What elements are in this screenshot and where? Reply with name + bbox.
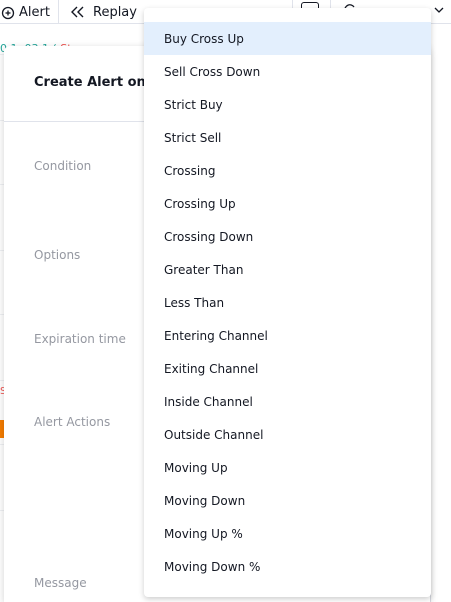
alert-button[interactable]: Alert [0,0,50,24]
condition-label: Condition [34,159,92,173]
expiration-time-label: Expiration time [34,332,126,346]
dropdown-option[interactable]: Moving Down % [144,550,431,583]
alarm-clock-plus-icon [1,6,15,20]
dropdown-option[interactable]: Moving Up % [144,517,431,550]
dropdown-option[interactable]: Exiting Channel [144,352,431,385]
dropdown-option[interactable]: Sell Cross Down [144,55,431,88]
dropdown-option[interactable]: Strict Buy [144,88,431,121]
dropdown-option[interactable]: Moving Up [144,451,431,484]
message-label: Message [34,576,87,590]
options-label: Options [34,248,81,262]
chart-right-edge [430,24,451,602]
dropdown-option[interactable]: Less Than [144,286,431,319]
condition-dropdown-menu: Buy Cross Up Sell Cross Down Strict Buy Str… [144,8,431,597]
dropdown-option[interactable]: Strict Sell [144,121,431,154]
dropdown-option[interactable]: Moving Down [144,484,431,517]
replay-button[interactable]: Replay [70,0,137,24]
chevron-down-icon[interactable] [433,4,445,16]
dropdown-option[interactable]: Crossing Down [144,220,431,253]
replay-label: Replay [93,4,137,20]
alert-label: Alert [19,4,50,20]
dropdown-option[interactable]: Crossing [144,154,431,187]
rewind-icon [71,6,84,18]
dropdown-option[interactable]: Inside Channel [144,385,431,418]
alert-actions-label: Alert Actions [34,415,111,429]
dialog-title: Create Alert on X [34,75,161,90]
dropdown-option[interactable]: Outside Channel [144,418,431,451]
toolbar-divider [58,0,59,24]
dropdown-option[interactable]: Entering Channel [144,319,431,352]
dropdown-option[interactable]: Crossing Up [144,187,431,220]
dropdown-option[interactable]: Greater Than [144,253,431,286]
dropdown-option[interactable]: Buy Cross Up [144,22,431,55]
